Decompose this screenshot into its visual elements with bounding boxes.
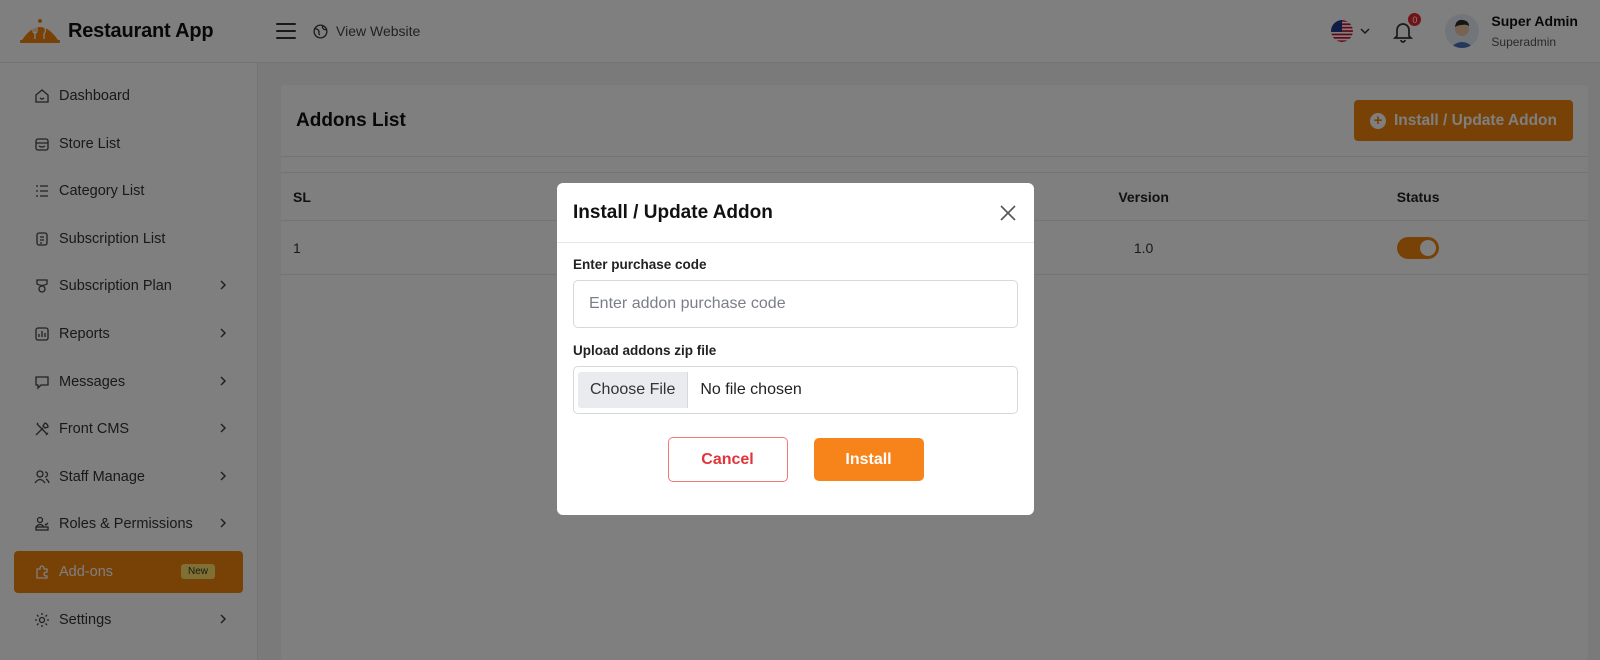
cancel-button[interactable]: Cancel [667,437,788,482]
purchase-code-input[interactable] [573,280,1018,328]
purchase-code-label: Enter purchase code [573,257,707,272]
modal-actions: Cancel Install [573,437,1018,482]
modal-title: Install / Update Addon [573,201,773,223]
close-icon[interactable] [998,203,1018,223]
upload-zip-label: Upload addons zip file [573,343,717,358]
file-upload-field[interactable]: Choose File No file chosen [573,366,1018,414]
modal-body: Enter purchase code Upload addons zip fi… [557,243,1034,482]
modal-header: Install / Update Addon [557,183,1034,243]
file-name-text: No file chosen [700,381,802,398]
install-button[interactable]: Install [813,438,924,481]
choose-file-button[interactable]: Choose File [578,372,689,408]
install-addon-modal: Install / Update Addon Enter purchase co… [557,183,1034,515]
